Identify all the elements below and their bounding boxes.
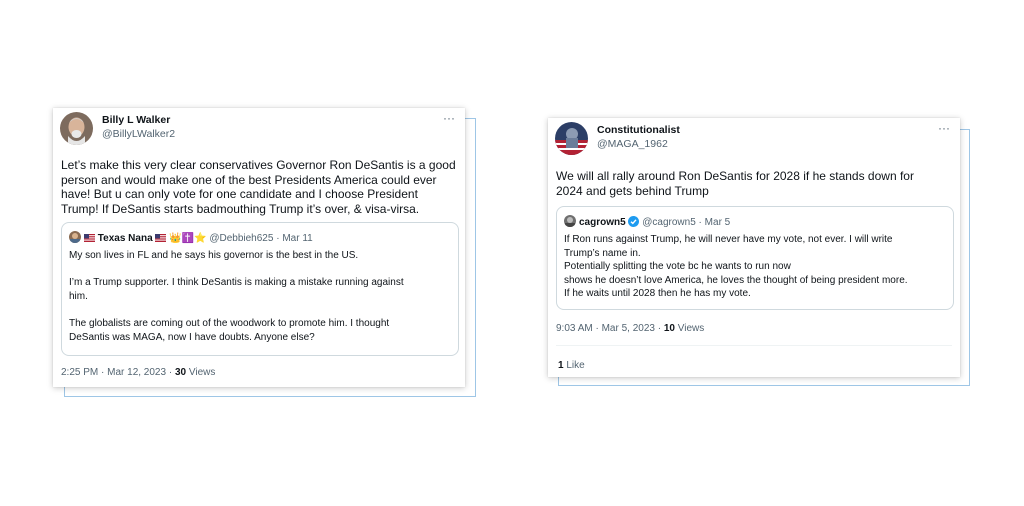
timestamp[interactable]: 2:25 PM · Mar 12, 2023 ·	[61, 367, 175, 378]
tweet-card-1[interactable]: Billy L Walker @BillyLWalker2 ··· Let’s …	[53, 108, 465, 387]
tweet-header: Billy L Walker @BillyLWalker2 ···	[53, 108, 465, 152]
display-name[interactable]: Billy L Walker	[102, 114, 170, 126]
timestamp[interactable]: 9:03 AM · Mar 5, 2023 ·	[556, 323, 664, 334]
quoted-date[interactable]: Mar 5	[705, 217, 731, 228]
quoted-avatar[interactable]	[69, 231, 81, 243]
quoted-avatar[interactable]	[564, 215, 576, 227]
likes-label: Like	[563, 360, 585, 371]
more-options-icon[interactable]: ···	[938, 122, 950, 134]
quoted-tweet-text: If Ron runs against Trump, he will never…	[564, 234, 908, 300]
quoted-tweet[interactable]: Texas Nana 👑✝️⭐ @Debbieh625 · Mar 11 My …	[61, 222, 459, 356]
user-handle[interactable]: @MAGA_1962	[597, 138, 668, 150]
avatar[interactable]	[60, 112, 93, 145]
quoted-display-name[interactable]: cagrown5	[579, 217, 626, 228]
views-label: Views	[186, 367, 216, 378]
dot-separator: ·	[698, 217, 702, 228]
divider	[556, 345, 952, 346]
tweet-metadata: 9:03 AM · Mar 5, 2023 · 10 Views	[556, 323, 704, 334]
dot-separator: ·	[276, 233, 280, 244]
views-label: Views	[674, 323, 705, 334]
tweet-metadata: 2:25 PM · Mar 12, 2023 · 30 Views	[61, 367, 215, 378]
tweet-text: We will all rally around Ron DeSantis fo…	[556, 169, 914, 198]
quoted-handle[interactable]: @cagrown5	[642, 217, 696, 228]
canvas: Billy L Walker @BillyLWalker2 ··· Let’s …	[0, 0, 1024, 506]
quoted-tweet-header: Texas Nana 👑✝️⭐ @Debbieh625 · Mar 11	[69, 231, 313, 245]
views-count: 10	[663, 323, 675, 334]
tweet-card-2[interactable]: Constitutionalist @MAGA_1962 ··· We will…	[548, 118, 960, 377]
more-options-icon[interactable]: ···	[443, 112, 455, 124]
quoted-handle[interactable]: @Debbieh625	[209, 233, 273, 244]
quoted-tweet-header: cagrown5 @cagrown5 · Mar 5	[564, 215, 730, 229]
views-count: 30	[174, 367, 187, 378]
verified-badge-icon	[628, 216, 640, 227]
tweet-text: Let’s make this very clear conservatives…	[61, 158, 456, 216]
quoted-tweet[interactable]: cagrown5 @cagrown5 · Mar 5 If Ron runs a…	[556, 206, 954, 310]
quoted-tweet-text: My son lives in FL and he says his gover…	[69, 250, 404, 343]
us-flag-icon	[84, 233, 95, 242]
quoted-date[interactable]: Mar 11	[282, 233, 312, 244]
us-flag-icon	[155, 233, 167, 242]
user-handle[interactable]: @BillyLWalker2	[102, 128, 175, 140]
quoted-name-emoji: 👑✝️⭐	[169, 233, 207, 244]
tweet-header: Constitutionalist @MAGA_1962 ···	[548, 118, 960, 162]
display-name[interactable]: Constitutionalist	[597, 124, 680, 136]
avatar[interactable]	[555, 122, 588, 155]
quoted-display-name[interactable]: Texas Nana	[98, 233, 153, 244]
likes-stat[interactable]: 1 Like	[558, 360, 585, 371]
